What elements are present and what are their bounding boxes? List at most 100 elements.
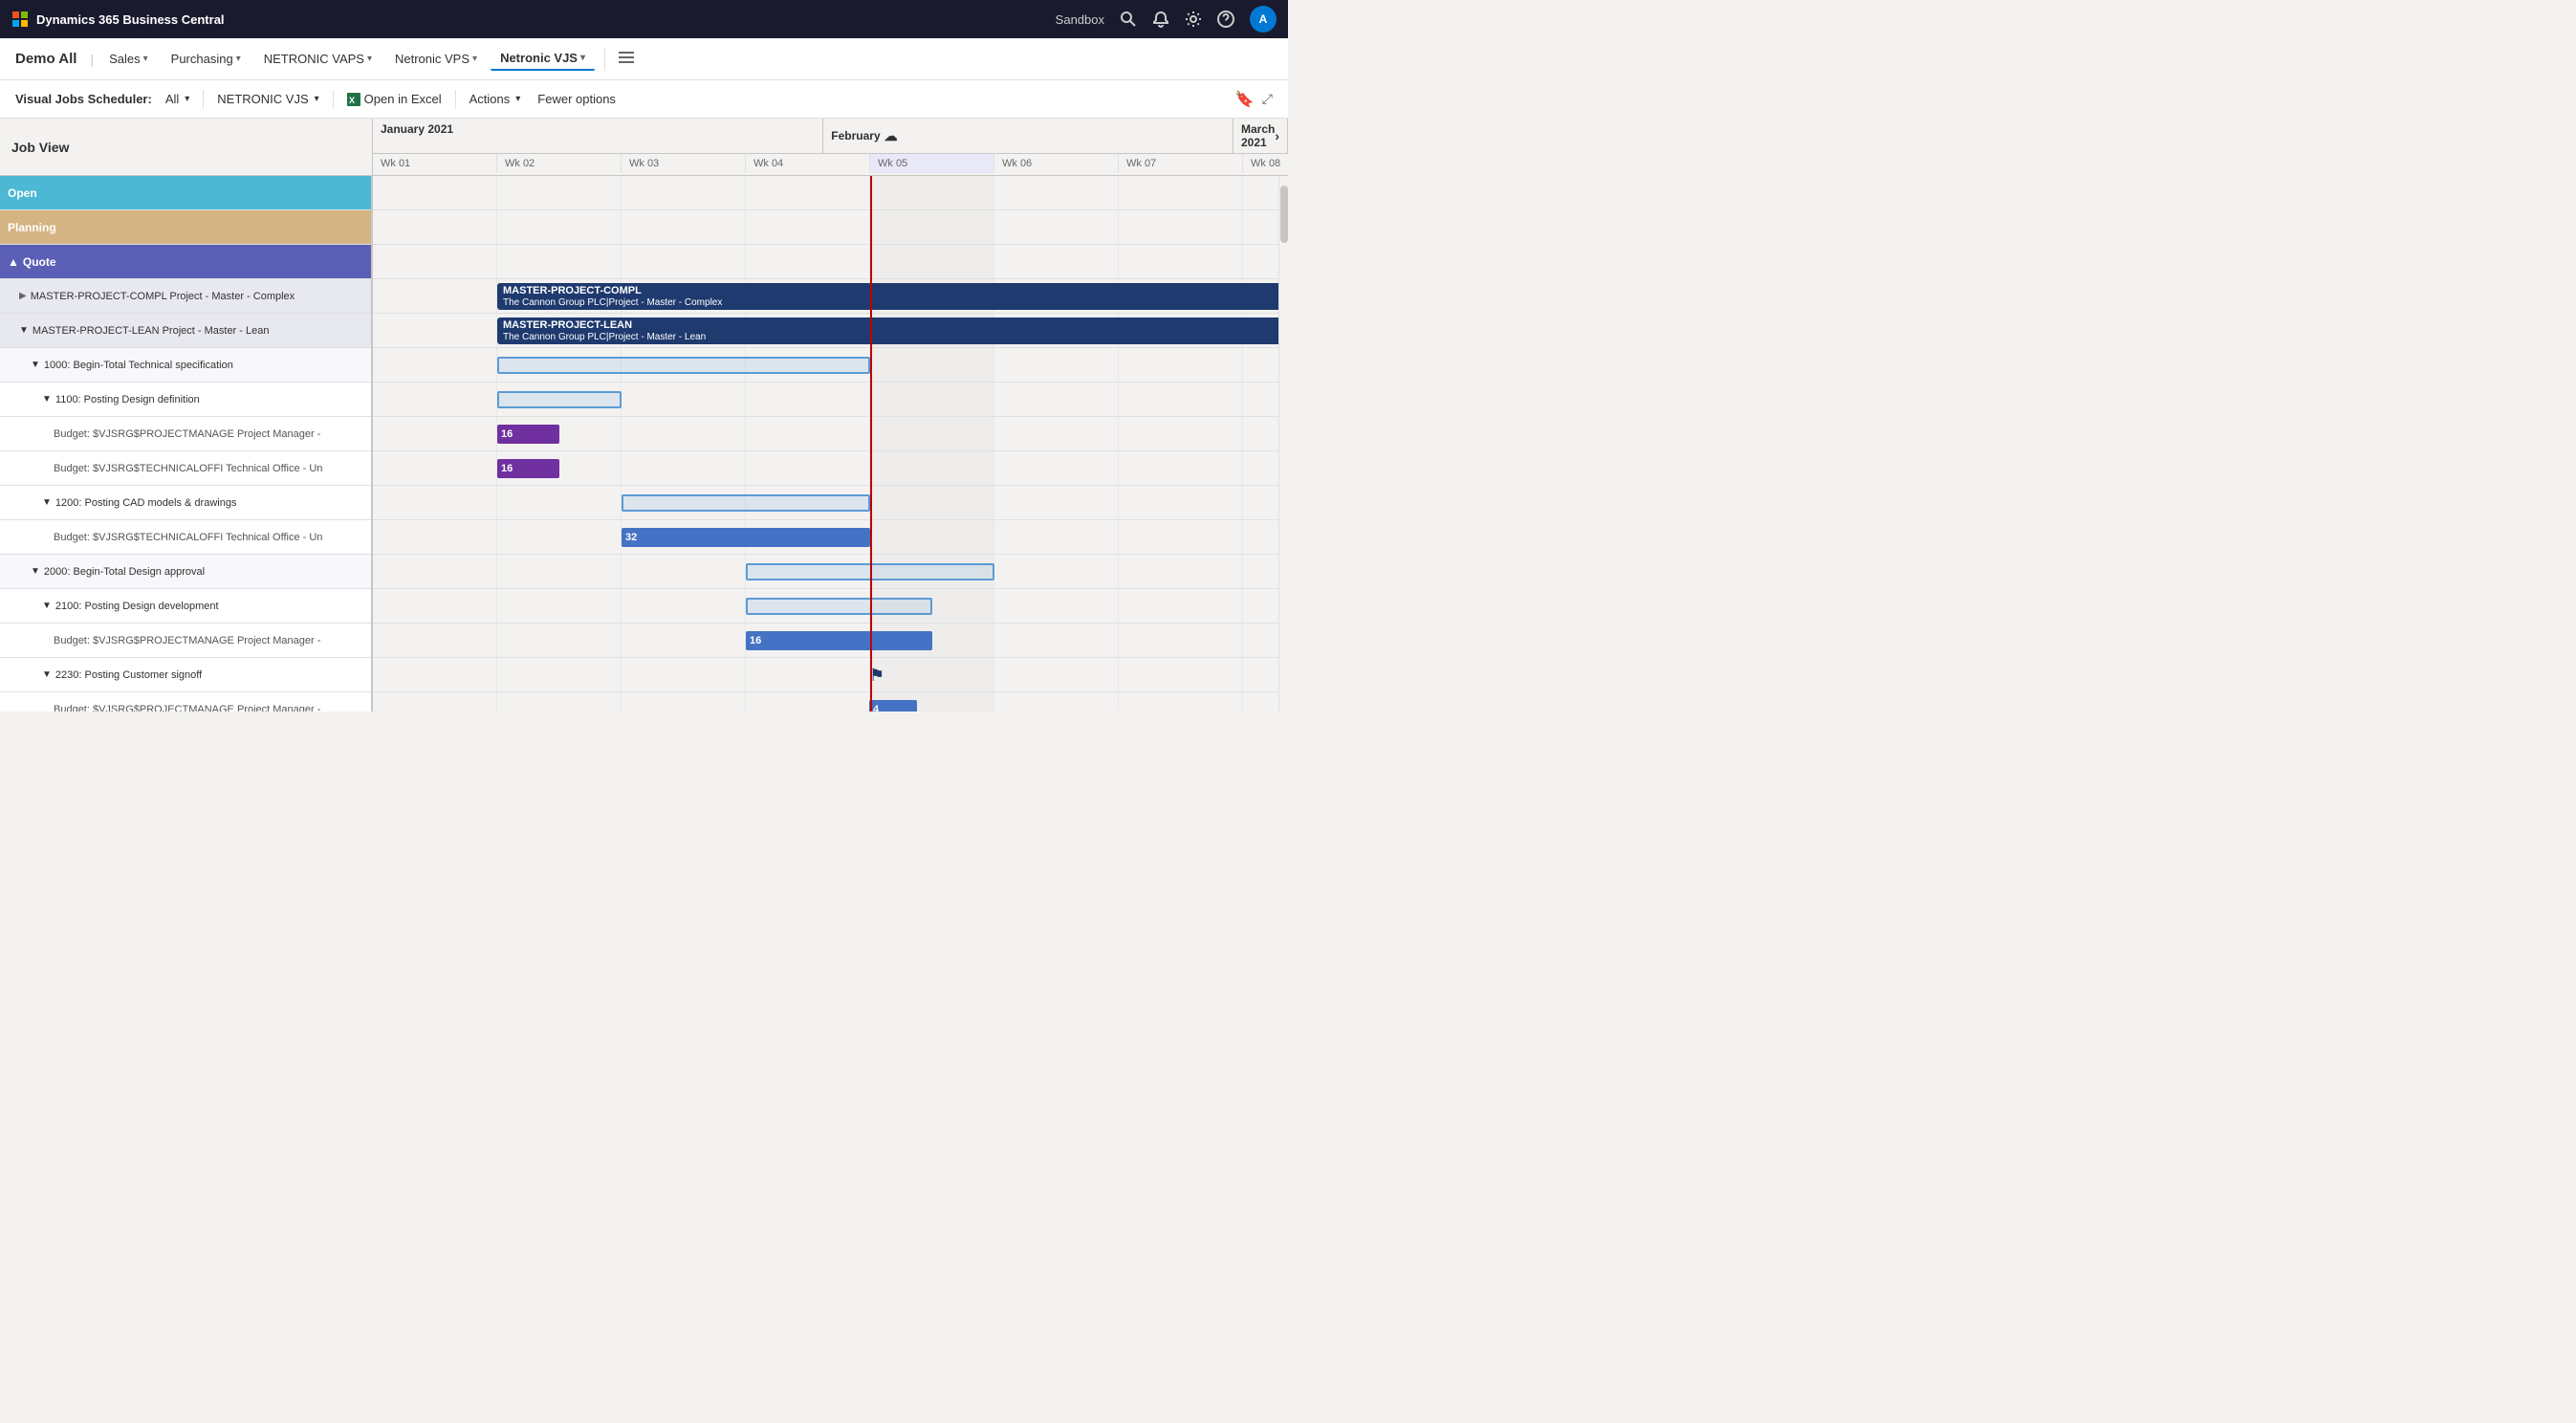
grid-row-open xyxy=(373,176,1278,210)
week-wk06: Wk 06 xyxy=(994,154,1119,173)
nav-item-netronic-vaps[interactable]: NETRONIC VAPS ▾ xyxy=(254,48,382,70)
chevron-down-icon: ▾ xyxy=(367,54,372,64)
app-title: Dynamics 365 Business Central xyxy=(36,12,225,27)
toolbar: Visual Jobs Scheduler: All NETRONIC VJS … xyxy=(0,80,1288,119)
today-line xyxy=(870,176,872,712)
bar-budget-pm3[interactable]: 4 xyxy=(869,700,917,712)
week-wk03: Wk 03 xyxy=(622,154,746,173)
main-content: Job View January 2021 February ☁ March 2… xyxy=(0,119,1288,712)
bar-master-lean[interactable]: MASTER-PROJECT-LEAN The Cannon Group PLC… xyxy=(497,317,1278,344)
month-jan: January 2021 xyxy=(373,119,823,153)
grid-row-task-2100 xyxy=(373,589,1278,624)
grid-row-budget-to2: 32 xyxy=(373,520,1278,555)
grid-row-task-1100 xyxy=(373,383,1278,417)
toolbar-separator xyxy=(203,90,204,109)
row-label-task-2000[interactable]: ▼ 2000: Begin-Total Design approval xyxy=(0,555,371,589)
chevron-down-icon: ▾ xyxy=(472,54,477,64)
expand-down-icon: ▼ xyxy=(42,601,52,611)
row-label-task-1100[interactable]: ▼ 1100: Posting Design definition xyxy=(0,383,371,417)
triangle-down-icon: ▲ xyxy=(8,255,19,269)
bar-1000[interactable] xyxy=(497,357,870,374)
bookmark-icon[interactable]: 🔖 xyxy=(1235,90,1255,109)
grid-row-budget-pm: 16 xyxy=(373,417,1278,451)
row-label-budget-to2[interactable]: Budget: $VJSRG$TECHNICALOFFI Technical O… xyxy=(0,520,371,555)
nav-item-purchasing[interactable]: Purchasing ▾ xyxy=(162,48,251,70)
filter-all-button[interactable]: All xyxy=(158,88,197,110)
week-wk02: Wk 02 xyxy=(497,154,622,173)
expand-down-icon: ▼ xyxy=(31,566,40,577)
bar-budget-to[interactable]: 16 xyxy=(497,459,559,478)
bar-1200[interactable] xyxy=(622,494,870,512)
month-headers-row: January 2021 February ☁ March 2021 › xyxy=(373,119,1288,154)
toolbar-label: Visual Jobs Scheduler: xyxy=(15,92,152,106)
secondary-nav: Demo All | Sales ▾ Purchasing ▾ NETRONIC… xyxy=(0,38,1288,80)
bar-budget-to2[interactable]: 32 xyxy=(622,528,870,547)
nav-item-sales[interactable]: Sales ▾ xyxy=(99,48,158,70)
expand-down-icon: ▼ xyxy=(31,360,40,370)
gantt-body[interactable]: Open Planning ▲ Quote ▶ MASTER-PROJECT-C… xyxy=(0,176,1288,712)
excel-icon: X xyxy=(347,93,360,106)
expand-icon[interactable]: ⤢ xyxy=(1262,91,1273,107)
week-wk05: Wk 05 xyxy=(870,154,994,173)
hamburger-button[interactable] xyxy=(615,46,638,72)
row-label-quote[interactable]: ▲ Quote xyxy=(0,245,371,279)
actions-button[interactable]: Actions xyxy=(462,88,529,110)
avatar[interactable]: A xyxy=(1250,6,1277,33)
expand-right-icon: ▶ xyxy=(19,291,27,301)
bar-master-compl[interactable]: MASTER-PROJECT-COMPL The Cannon Group PL… xyxy=(497,283,1278,310)
nav-home[interactable]: Demo All xyxy=(15,51,84,67)
scrollbar-thumb[interactable] xyxy=(1280,186,1288,243)
sandbox-label: Sandbox xyxy=(1056,12,1104,27)
week-wk01: Wk 01 xyxy=(373,154,497,173)
help-icon[interactable] xyxy=(1217,11,1234,28)
nav-divider xyxy=(604,48,605,71)
grid-row-budget-pm3: 4 xyxy=(373,692,1278,712)
nav-item-netronic-vps[interactable]: Netronic VPS ▾ xyxy=(385,48,487,70)
gantt-job-view-header: Job View xyxy=(0,119,373,175)
toolbar-separator-3 xyxy=(455,90,456,109)
filter-netronic-vjs-button[interactable]: NETRONIC VJS xyxy=(209,88,326,110)
timeline-grid: MASTER-PROJECT-COMPL The Cannon Group PL… xyxy=(373,176,1278,712)
month-feb: February ☁ xyxy=(823,119,1233,153)
bar-2100[interactable] xyxy=(746,598,932,615)
row-label-planning[interactable]: Planning xyxy=(0,210,371,245)
grid-row-budget-to: 16 xyxy=(373,451,1278,486)
row-label-budget-pm2[interactable]: Budget: $VJSRG$PROJECTMANAGE Project Man… xyxy=(0,624,371,658)
chevron-down-icon: ▾ xyxy=(143,54,148,64)
row-label-task-2100[interactable]: ▼ 2100: Posting Design development xyxy=(0,589,371,624)
right-scrollbar[interactable] xyxy=(1278,176,1288,712)
top-bar-right: Sandbox A xyxy=(1056,6,1277,33)
row-label-task-2230[interactable]: ▼ 2230: Posting Customer signoff xyxy=(0,658,371,692)
nav-item-netronic-vjs[interactable]: Netronic VJS ▾ xyxy=(491,47,595,71)
row-label-task-1000[interactable]: ▼ 1000: Begin-Total Technical specificat… xyxy=(0,348,371,383)
gantt-bars: MASTER-PROJECT-COMPL The Cannon Group PL… xyxy=(373,176,1278,712)
fewer-options-button[interactable]: Fewer options xyxy=(530,88,623,110)
bell-icon[interactable] xyxy=(1152,11,1169,28)
chevron-down-icon: ▾ xyxy=(236,54,241,64)
bar-budget-pm[interactable]: 16 xyxy=(497,425,559,444)
grid-row-master-lean: MASTER-PROJECT-LEAN The Cannon Group PLC… xyxy=(373,314,1278,348)
bar-budget-pm2[interactable]: 16 xyxy=(746,631,932,650)
row-label-open[interactable]: Open xyxy=(0,176,371,210)
top-bar: Dynamics 365 Business Central Sandbox A xyxy=(0,0,1288,38)
open-in-excel-button[interactable]: X Open in Excel xyxy=(339,88,449,110)
expand-down-icon: ▼ xyxy=(42,669,52,680)
row-label-budget-pm3[interactable]: Budget: $VJSRG$PROJECTMANAGE Project Man… xyxy=(0,692,371,712)
row-label-master-lean[interactable]: ▼ MASTER-PROJECT-LEAN Project - Master -… xyxy=(0,314,371,348)
bar-1100[interactable] xyxy=(497,391,622,408)
settings-icon[interactable] xyxy=(1185,11,1202,28)
week-wk08: Wk 08 xyxy=(1243,154,1288,173)
gantt-container: Job View January 2021 February ☁ March 2… xyxy=(0,119,1288,712)
top-bar-left: Dynamics 365 Business Central xyxy=(11,11,225,28)
search-icon[interactable] xyxy=(1120,11,1137,28)
row-label-task-1200[interactable]: ▼ 1200: Posting CAD models & drawings xyxy=(0,486,371,520)
grid-row-quote xyxy=(373,245,1278,279)
expand-down-icon: ▼ xyxy=(19,325,29,336)
cloud-icon: ☁ xyxy=(884,128,898,144)
month-mar: March 2021 › xyxy=(1233,119,1288,153)
row-label-master-compl[interactable]: ▶ MASTER-PROJECT-COMPL Project - Master … xyxy=(0,279,371,314)
chevron-right-icon[interactable]: › xyxy=(1275,128,1279,143)
row-label-budget-to[interactable]: Budget: $VJSRG$TECHNICALOFFI Technical O… xyxy=(0,451,371,486)
toolbar-separator-2 xyxy=(333,90,334,109)
row-label-budget-pm[interactable]: Budget: $VJSRG$PROJECTMANAGE Project Man… xyxy=(0,417,371,451)
